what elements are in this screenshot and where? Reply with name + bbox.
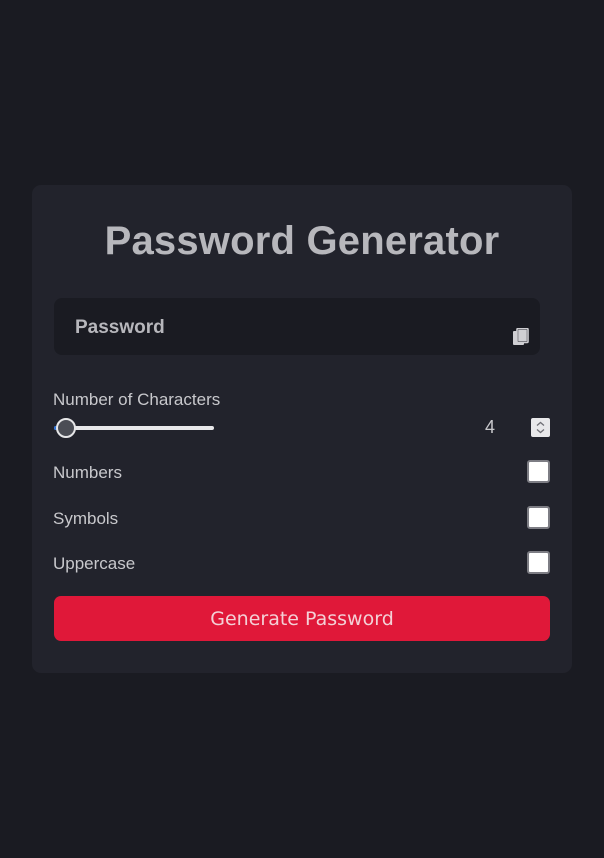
slider-thumb[interactable]: [56, 418, 76, 438]
length-value[interactable]: 4: [485, 417, 495, 438]
length-stepper[interactable]: [531, 418, 550, 437]
stepper-arrows-icon: [536, 421, 545, 434]
length-label: Number of Characters: [53, 390, 221, 409]
symbols-checkbox[interactable]: [527, 506, 550, 529]
numbers-checkbox[interactable]: [527, 460, 550, 483]
uppercase-checkbox[interactable]: [527, 551, 550, 574]
password-output[interactable]: Password: [54, 298, 540, 355]
generator-card: Password Generator Password Number of Ch…: [32, 185, 572, 673]
symbols-label: Symbols: [53, 509, 119, 528]
numbers-label: Numbers: [53, 463, 122, 482]
length-slider[interactable]: [54, 426, 214, 430]
page-title: Password Generator: [104, 219, 500, 263]
uppercase-label: Uppercase: [53, 554, 136, 573]
copy-icon[interactable]: [512, 327, 530, 347]
generate-button[interactable]: Generate Password: [54, 596, 550, 641]
password-text: Password: [75, 317, 165, 338]
